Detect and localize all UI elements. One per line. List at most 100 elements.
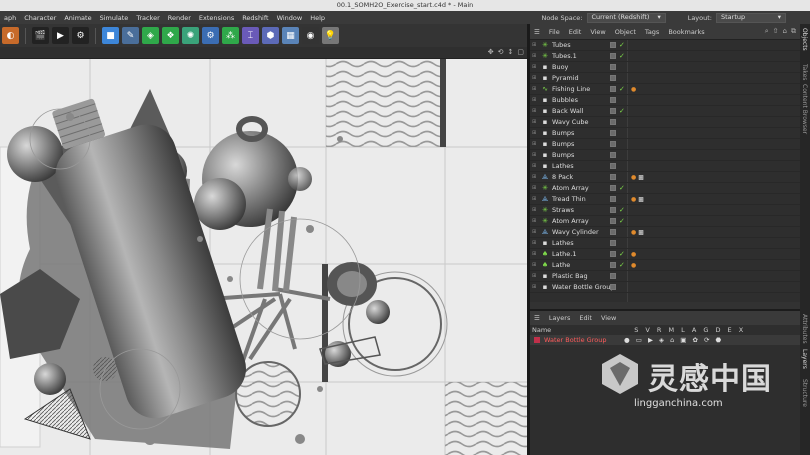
layer-flag-icons[interactable]: ● ▭ ▶ ◈ ⌂ ▣ ✿ ⟳ ⬣ xyxy=(624,336,723,344)
layer-row[interactable]: Water Bottle Group ● ▭ ▶ ◈ ⌂ ▣ ✿ ⟳ ⬣ xyxy=(530,335,800,345)
material-tag-icon[interactable]: ● xyxy=(631,251,636,258)
lm-menu-view[interactable]: View xyxy=(601,314,616,322)
expand-toggle-icon[interactable]: ⊞ xyxy=(532,86,539,92)
object-name[interactable]: Atom Array xyxy=(552,184,618,192)
side-tab-attributes[interactable]: Attributes xyxy=(801,314,808,344)
render-play-icon[interactable]: ▶ xyxy=(52,27,69,44)
visibility-toggle[interactable] xyxy=(610,152,616,158)
expand-toggle-icon[interactable]: ⊞ xyxy=(532,119,539,125)
om-menu-edit[interactable]: Edit xyxy=(569,28,582,36)
expand-toggle-icon[interactable]: ⊞ xyxy=(532,108,539,114)
menu-render[interactable]: Render xyxy=(164,14,195,22)
object-row[interactable]: ⊞ ⟁ 8 Pack ● ▩ xyxy=(530,172,800,183)
clapboard-render-view-icon[interactable]: 🎬 xyxy=(32,27,49,44)
material-tag-icon[interactable]: ● xyxy=(631,174,636,181)
visibility-toggle[interactable] xyxy=(610,97,616,103)
search-icon[interactable]: ⌕ xyxy=(765,27,769,36)
visibility-toggle[interactable] xyxy=(610,86,616,92)
visibility-toggle[interactable] xyxy=(610,108,616,114)
object-row[interactable]: ⊞ ▪ Lathes xyxy=(530,161,800,172)
new-window-icon[interactable]: ⧉ xyxy=(791,27,796,36)
visibility-toggle[interactable] xyxy=(610,163,616,169)
object-name[interactable]: Plastic Bag xyxy=(552,272,618,280)
expand-toggle-icon[interactable]: ⊞ xyxy=(532,251,539,257)
lm-hamburger-icon[interactable]: ☰ xyxy=(534,314,540,322)
object-row[interactable]: ⊞ ▪ Wavy Cube xyxy=(530,117,800,128)
om-hamburger-icon[interactable]: ☰ xyxy=(534,28,540,36)
object-row[interactable]: ⊞ ▪ Bumps xyxy=(530,150,800,161)
cube-icon[interactable]: ■ xyxy=(102,27,119,44)
object-name[interactable]: Bubbles xyxy=(552,96,618,104)
expand-toggle-icon[interactable]: ⊞ xyxy=(532,207,539,213)
lm-menu-layers[interactable]: Layers xyxy=(549,314,571,322)
object-row[interactable]: ⊞ ▪ Water Bottle Group xyxy=(530,282,800,293)
pen-spline-icon[interactable]: ✎ xyxy=(122,27,139,44)
lm-menu-edit[interactable]: Edit xyxy=(579,314,592,322)
object-row[interactable]: ⊞ ▪ Bumps xyxy=(530,139,800,150)
enabled-check-icon[interactable]: ✓ xyxy=(619,85,625,93)
menu-simulate[interactable]: Simulate xyxy=(96,14,133,22)
camera-icon[interactable]: ◉ xyxy=(302,27,319,44)
expand-toggle-icon[interactable]: ⊞ xyxy=(532,273,539,279)
cloner-tool-icon[interactable]: ◐ xyxy=(2,27,19,44)
object-row[interactable]: ⊞ ♠ Lathe.1 ✓ ● xyxy=(530,249,800,260)
enabled-check-icon[interactable]: ✓ xyxy=(619,250,625,258)
object-name[interactable]: Back Wall xyxy=(552,107,618,115)
om-menu-object[interactable]: Object xyxy=(615,28,636,36)
checker-tag-icon[interactable]: ▩ xyxy=(638,229,644,236)
expand-toggle-icon[interactable]: ⊞ xyxy=(532,262,539,268)
object-name[interactable]: Water Bottle Group xyxy=(552,283,618,291)
visibility-toggle[interactable] xyxy=(610,273,616,279)
layout-dropdown[interactable]: Startup ▾ xyxy=(716,12,786,23)
menu-graph[interactable]: aph xyxy=(0,14,20,22)
material-tag-icon[interactable]: ● xyxy=(631,262,636,269)
layer-name[interactable]: Water Bottle Group xyxy=(544,336,614,344)
visibility-toggle[interactable] xyxy=(610,75,616,81)
menu-extensions[interactable]: Extensions xyxy=(195,14,238,22)
visibility-toggle[interactable] xyxy=(610,130,616,136)
side-tab-layers[interactable]: Layers xyxy=(801,349,808,369)
object-row[interactable]: ⊞ ✳ Straws ✓ xyxy=(530,205,800,216)
object-row[interactable]: ⊞ ♠ Lathe ✓ ● xyxy=(530,260,800,271)
object-name[interactable]: Bumps xyxy=(552,140,618,148)
visibility-toggle[interactable] xyxy=(610,141,616,147)
visibility-toggle[interactable] xyxy=(610,119,616,125)
expand-toggle-icon[interactable]: ⊞ xyxy=(532,75,539,81)
object-name[interactable]: Bumps xyxy=(552,129,618,137)
up-arrow-icon[interactable]: ⇧ xyxy=(773,27,779,36)
visibility-toggle[interactable] xyxy=(610,64,616,70)
object-row[interactable]: ⊞ ⟁ Wavy Cylinder ● ▩ xyxy=(530,227,800,238)
object-name[interactable]: Lathes xyxy=(552,162,618,170)
side-tab-takes[interactable]: Takes xyxy=(801,64,808,80)
expand-toggle-icon[interactable]: ⊞ xyxy=(532,53,539,59)
checker-tag-icon[interactable]: ▩ xyxy=(638,174,644,181)
object-row[interactable]: ⊞ ▪ Plastic Bag xyxy=(530,271,800,282)
object-name[interactable]: Bumps xyxy=(552,151,618,159)
visibility-toggle[interactable] xyxy=(610,174,616,180)
orbit-view-icon[interactable]: ⟲ xyxy=(498,48,504,56)
object-name[interactable]: Wavy Cube xyxy=(552,118,618,126)
object-row[interactable]: ⊞ ▪ Buoy xyxy=(530,62,800,73)
move-view-icon[interactable]: ✥ xyxy=(488,48,494,56)
om-menu-file[interactable]: File xyxy=(549,28,560,36)
enabled-check-icon[interactable]: ✓ xyxy=(619,206,625,214)
expand-toggle-icon[interactable]: ⊞ xyxy=(532,163,539,169)
visibility-toggle[interactable] xyxy=(610,251,616,257)
layer-color-swatch[interactable] xyxy=(534,337,540,343)
object-row[interactable]: ⊞ ▪ Bubbles xyxy=(530,95,800,106)
expand-toggle-icon[interactable]: ⊞ xyxy=(532,174,539,180)
expand-toggle-icon[interactable]: ⊞ xyxy=(532,97,539,103)
object-name[interactable]: Atom Array xyxy=(552,217,618,225)
om-menu-tags[interactable]: Tags xyxy=(645,28,659,36)
enabled-check-icon[interactable]: ✓ xyxy=(619,261,625,269)
expand-toggle-icon[interactable]: ⊞ xyxy=(532,141,539,147)
subdivision-icon[interactable]: ◈ xyxy=(142,27,159,44)
object-name[interactable]: Pyramid xyxy=(552,74,618,82)
om-menu-view[interactable]: View xyxy=(590,28,605,36)
side-tab-structure[interactable]: Structure xyxy=(801,379,808,407)
visibility-toggle[interactable] xyxy=(610,42,616,48)
object-row[interactable]: ⊞ ⟁ Tread Thin ● ▩ xyxy=(530,194,800,205)
expand-toggle-icon[interactable]: ⊞ xyxy=(532,196,539,202)
3d-viewport[interactable] xyxy=(0,59,527,455)
object-row[interactable]: ⊞ ▪ Pyramid xyxy=(530,73,800,84)
